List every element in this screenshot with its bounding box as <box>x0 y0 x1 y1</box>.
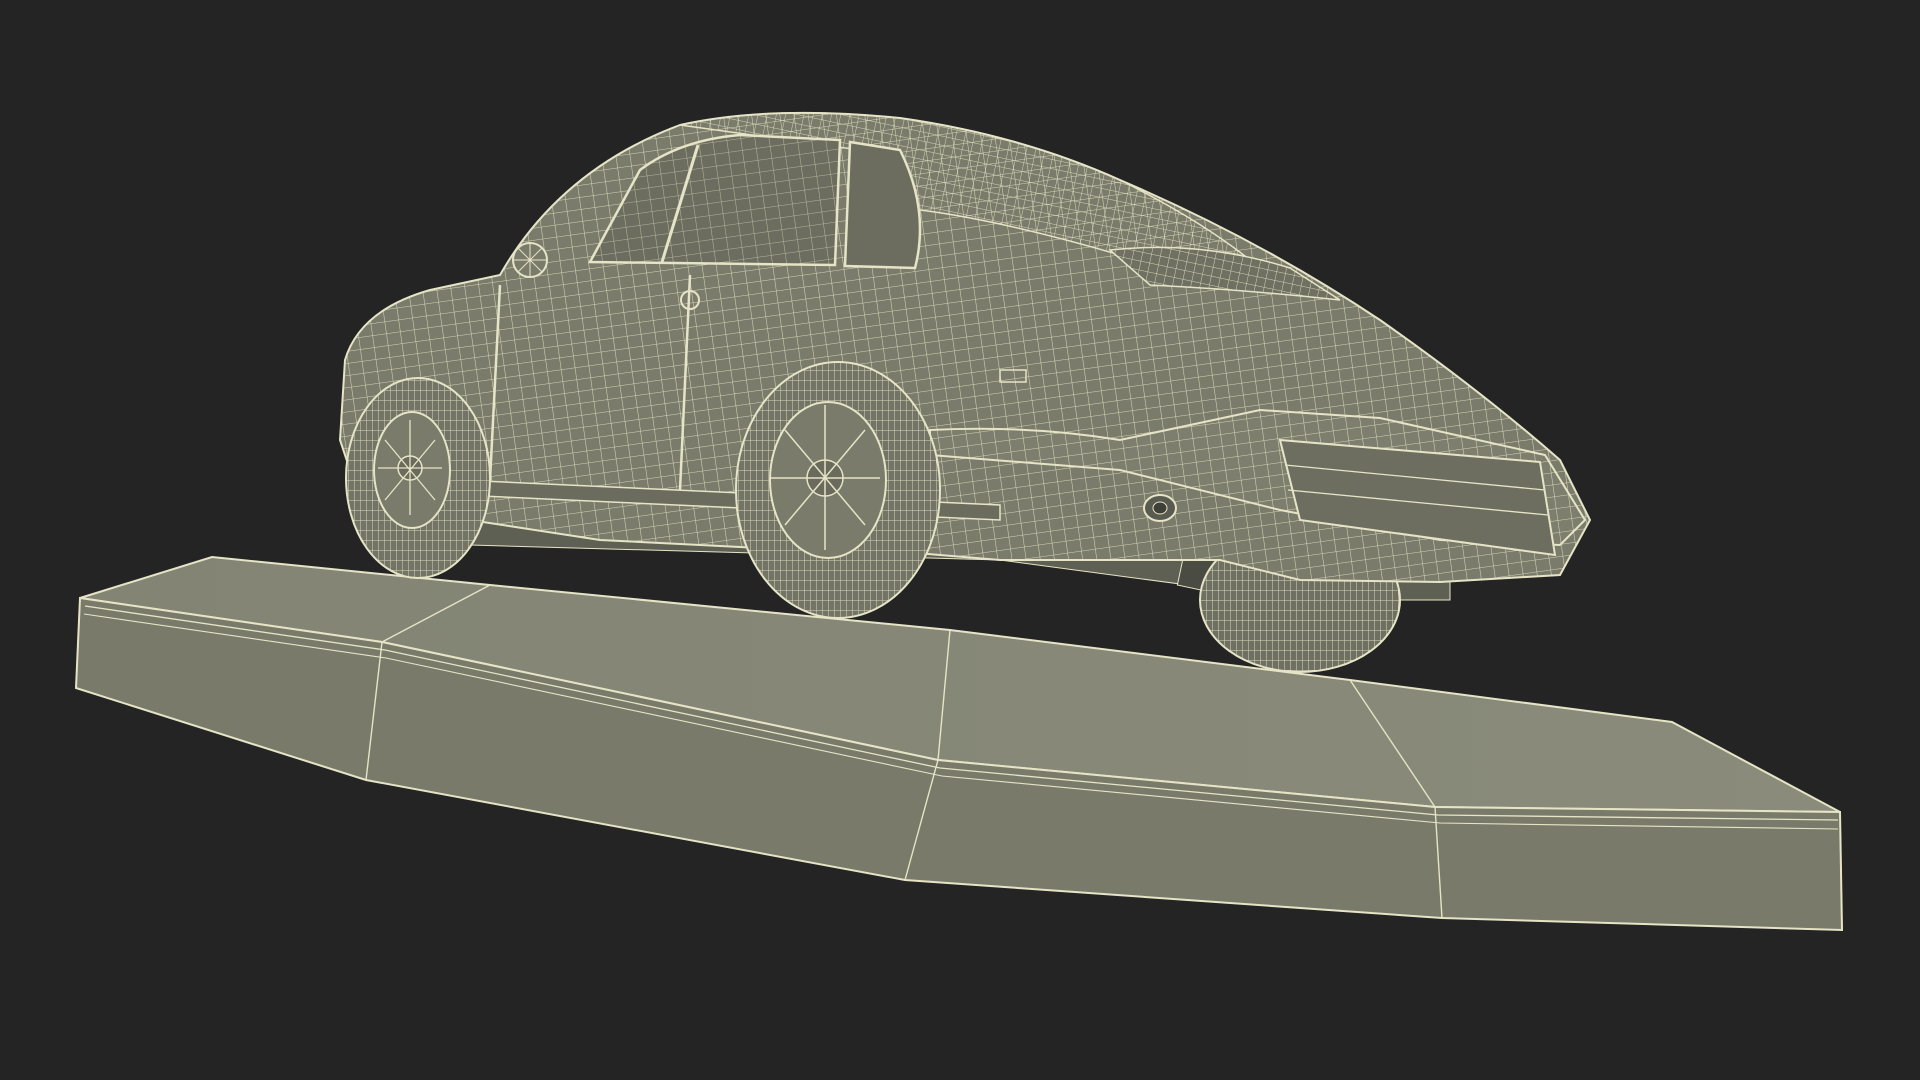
wireframe-scene <box>74 111 1844 932</box>
front-wheel <box>345 377 491 579</box>
rear-near-wheel <box>735 361 941 619</box>
ramp-platform <box>74 555 1844 932</box>
side-mirror <box>512 242 548 278</box>
exhaust-pipe <box>1143 494 1177 522</box>
3d-viewport[interactable] <box>0 0 1920 1080</box>
